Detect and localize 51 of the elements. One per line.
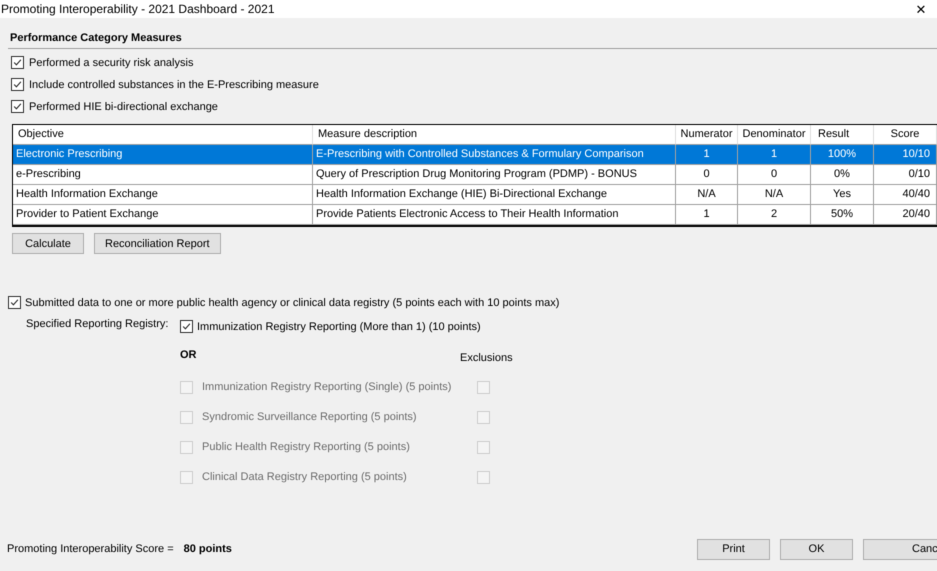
action-button[interactable]: Calculate <box>12 233 84 254</box>
checkbox-label: Public Health Registry Reporting (5 points) <box>202 441 410 453</box>
table-cell: 1 <box>676 145 738 165</box>
exclusions-label: Exclusions <box>460 352 514 366</box>
table-cell: 20/40 <box>874 205 937 225</box>
section-title: Performance Category Measures <box>10 32 183 44</box>
table-cell: 10/10 <box>874 145 937 165</box>
checkbox[interactable] <box>8 296 21 309</box>
table-cell: 40/40 <box>874 185 937 205</box>
checkbox-label: Performed HIE bi-directional exchange <box>29 100 218 112</box>
registry-label: Specified Reporting Registry: <box>25 318 170 332</box>
table-cell: Health Information Exchange (HIE) Bi-Directional Exchange <box>313 185 676 205</box>
table-cell: Query of Prescription Drug Monitoring Program (PDMP) - BONUS <box>313 165 676 185</box>
action-button[interactable]: OK <box>780 538 853 560</box>
table-cell: 50% <box>811 205 874 225</box>
table-cell: E-Prescribing with Controlled Substances & Formulary Comparison <box>313 145 676 165</box>
table-cell: Yes <box>811 185 874 205</box>
checkbox-label: Performed a security risk analysis <box>29 56 194 68</box>
score-label: Promoting Interoperability Score = <box>7 543 174 555</box>
action-button[interactable]: Print <box>697 538 770 560</box>
table-cell: 0 <box>738 165 811 185</box>
checkbox-label: Submitted data to one or more public health agency or clinical data registry (5 points each with 10 points max) <box>25 296 560 308</box>
window-title: Promoting Interoperability - 2021 Dashboard - 2021 <box>1 2 274 16</box>
checkbox[interactable] <box>11 100 24 113</box>
table-cell[interactable]: Health Information Exchange <box>13 185 313 205</box>
table-cell[interactable]: Provider to Patient Exchange <box>13 205 313 225</box>
table-cell: Provide Patients Electronic Access to Their Health Information <box>313 205 676 225</box>
checkbox-label: Immunization Registry Reporting (Single) (5 points) <box>202 381 452 393</box>
or-label: OR <box>180 349 198 363</box>
score-value: 80 points <box>184 543 232 555</box>
table-cell[interactable]: Electronic Prescribing <box>13 145 313 165</box>
action-button[interactable]: Reconciliation Report <box>94 233 221 254</box>
table-cell: 1 <box>738 145 811 165</box>
checkbox[interactable] <box>11 56 24 69</box>
table-cell: 0/10 <box>874 165 937 185</box>
table-cell: 100% <box>811 145 874 165</box>
table-cell: 2 <box>738 205 811 225</box>
table-cell[interactable]: e-Prescribing <box>13 165 313 185</box>
checkbox-label: Include controlled substances in the E-Prescribing measure <box>29 78 319 90</box>
table-cell: N/A <box>738 185 811 205</box>
checkbox-label: Clinical Data Registry Reporting (5 points) <box>202 471 407 483</box>
close-button[interactable]: ✕ <box>914 2 928 16</box>
checkbox-label: Immunization Registry Reporting (More than 1) (10 points) <box>197 320 481 332</box>
checkbox[interactable] <box>11 78 24 91</box>
checkbox-label: Syndromic Surveillance Reporting (5 points) <box>202 411 417 423</box>
table-cell: 0% <box>811 165 874 185</box>
table-cell: N/A <box>676 185 738 205</box>
table-cell: 0 <box>676 165 738 185</box>
action-button[interactable]: Canc <box>863 538 937 560</box>
checkbox[interactable] <box>180 320 193 333</box>
table-cell: 1 <box>676 205 738 225</box>
